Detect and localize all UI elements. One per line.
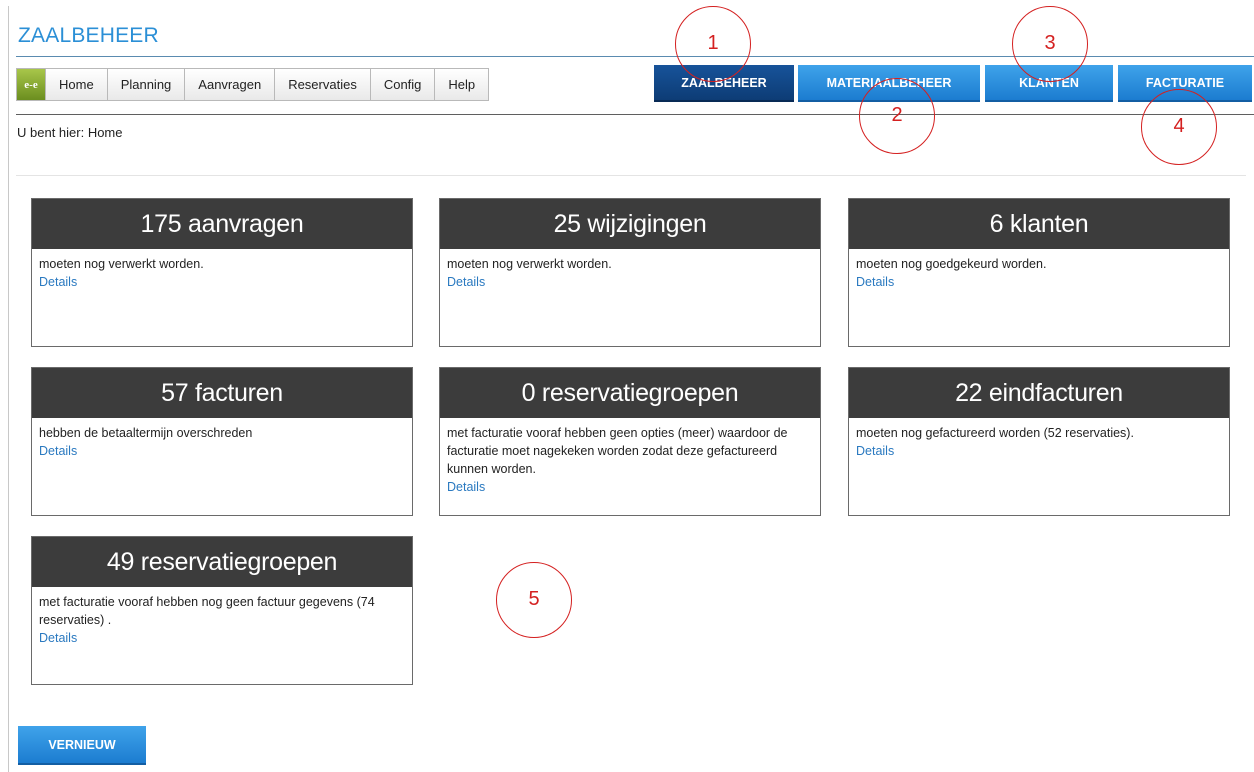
card-wijzigingen: 25 wijzigingen moeten nog verwerkt worde… (439, 198, 821, 347)
menu-item-help[interactable]: Help (435, 69, 489, 100)
menu-item-home[interactable]: Home (46, 69, 108, 100)
content-divider (16, 175, 1246, 176)
card-text: met facturatie vooraf hebben geen opties… (447, 426, 788, 476)
card-text: moeten nog gefactureerd worden (52 reser… (856, 426, 1134, 440)
card-title: 175 aanvragen (32, 199, 412, 249)
main-menu: e-e Home Planning Aanvragen Reservaties … (16, 68, 490, 101)
module-button-zaalbeheer[interactable]: ZAALBEHEER (654, 65, 794, 102)
details-link[interactable]: Details (447, 273, 485, 291)
breadcrumb: U bent hier: Home (17, 125, 123, 140)
app-logo-icon: e-e (17, 69, 46, 100)
card-aanvragen: 175 aanvragen moeten nog verwerkt worden… (31, 198, 413, 347)
card-title: 6 klanten (849, 199, 1229, 249)
card-title: 25 wijzigingen (440, 199, 820, 249)
card-text: moeten nog verwerkt worden. (39, 257, 204, 271)
card-reservatiegroepen-factuur: 49 reservatiegroepen met facturatie voor… (31, 536, 413, 685)
title-divider (16, 56, 1254, 57)
card-facturen: 57 facturen hebben de betaaltermijn over… (31, 367, 413, 516)
card-title: 49 reservatiegroepen (32, 537, 412, 587)
menu-item-config[interactable]: Config (370, 69, 436, 100)
module-button-facturatie[interactable]: FACTURATIE (1118, 65, 1252, 102)
card-eindfacturen: 22 eindfacturen moeten nog gefactureerd … (848, 367, 1230, 516)
card-title: 0 reservatiegroepen (440, 368, 820, 418)
nav-divider (16, 114, 1254, 115)
menu-item-planning[interactable]: Planning (107, 69, 186, 100)
refresh-button[interactable]: VERNIEUW (18, 726, 146, 765)
card-klanten: 6 klanten moeten nog goedgekeurd worden.… (848, 198, 1230, 347)
details-link[interactable]: Details (39, 442, 77, 460)
details-link[interactable]: Details (447, 478, 485, 496)
menu-item-reservaties[interactable]: Reservaties (275, 69, 371, 100)
details-link[interactable]: Details (39, 629, 77, 647)
page-frame-border (8, 6, 9, 772)
details-link[interactable]: Details (39, 273, 77, 291)
module-button-materiaalbeheer[interactable]: MATERIAALBEHEER (798, 65, 980, 102)
card-text: moeten nog verwerkt worden. (447, 257, 612, 271)
module-button-klanten[interactable]: KLANTEN (985, 65, 1113, 102)
card-text: hebben de betaaltermijn overschreden (39, 426, 253, 440)
details-link[interactable]: Details (856, 273, 894, 291)
callout-marker-5: 5 (496, 562, 572, 638)
card-title: 22 eindfacturen (849, 368, 1229, 418)
card-text: moeten nog goedgekeurd worden. (856, 257, 1047, 271)
menu-item-aanvragen[interactable]: Aanvragen (185, 69, 276, 100)
app-title: ZAALBEHEER (18, 24, 159, 47)
card-title: 57 facturen (32, 368, 412, 418)
details-link[interactable]: Details (856, 442, 894, 460)
card-reservatiegroepen-opties: 0 reservatiegroepen met facturatie voora… (439, 367, 821, 516)
card-text: met facturatie vooraf hebben nog geen fa… (39, 595, 375, 627)
